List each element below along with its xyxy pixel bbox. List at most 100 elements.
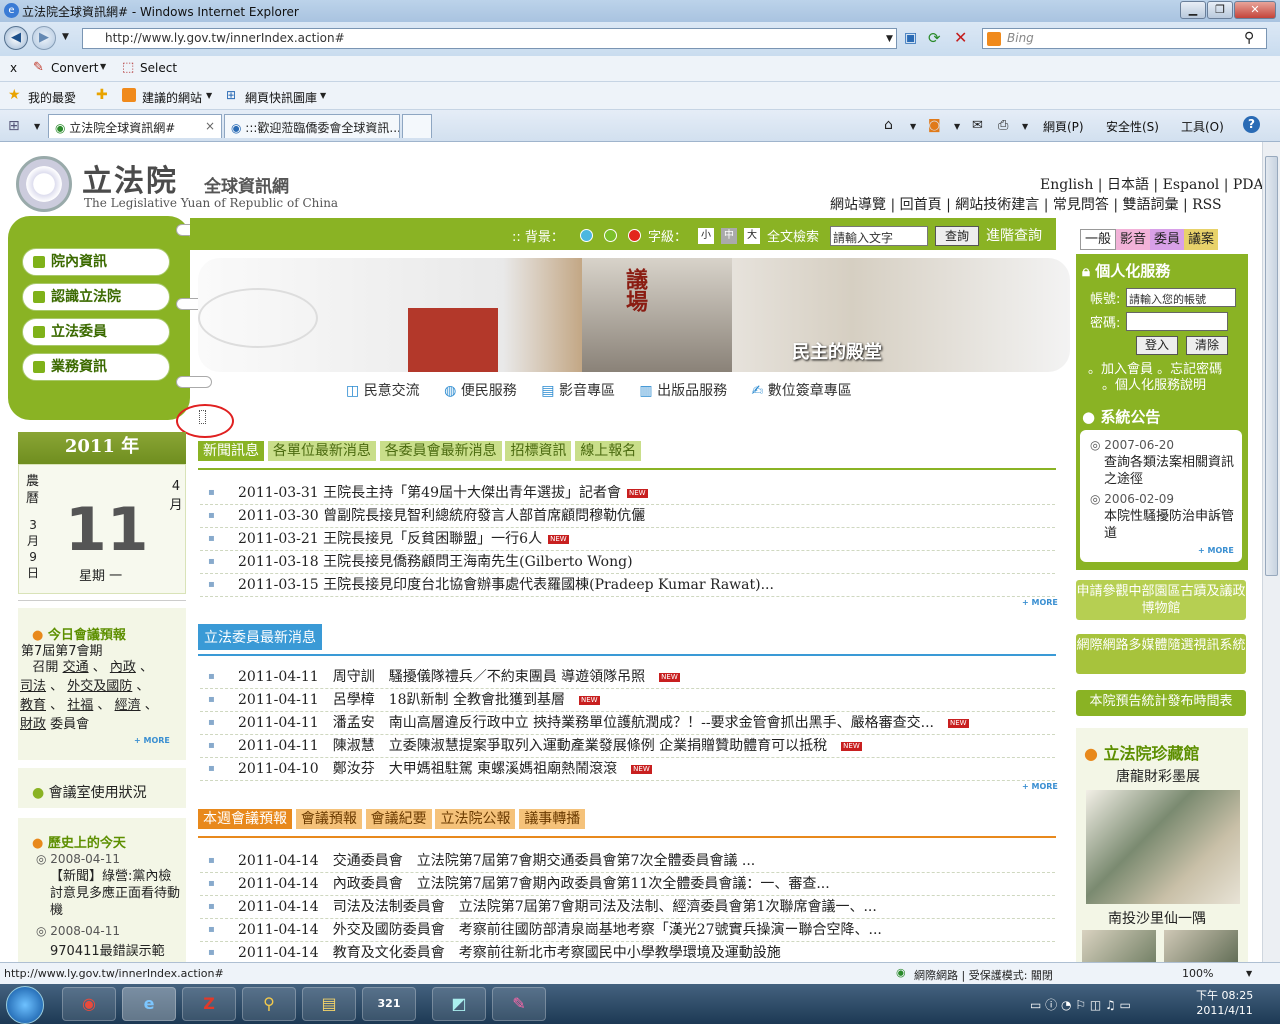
news-title[interactable]: 立委陳淑慧提案爭取列入運動產業發展條例 企業捐贈贊助體育可以抵稅 — [389, 738, 827, 754]
search-tool-taskbar-icon[interactable]: ⚲ — [242, 987, 296, 1021]
meeting-title[interactable]: 立法院第7屆第7會期交通委員會第7次全體委員會議 ... — [417, 853, 756, 869]
refresh-icon[interactable]: ⟳ — [928, 29, 941, 47]
meeting-committee[interactable]: 內政委員會 — [333, 876, 403, 892]
meeting-title[interactable]: 立法院第7屆第7會期司法及法制、經濟委員會第1次聯席會議一、... — [459, 899, 877, 915]
scrollbar-thumb[interactable] — [1265, 156, 1278, 576]
member-news-row[interactable]: 2011-04-11 呂學樟 18趴新制 全教會批獲到基層 NEW — [200, 689, 1055, 712]
quick-tabs-icon[interactable]: ⊞ — [8, 118, 20, 134]
meet-tab-broadcast[interactable]: 議事轉播 — [519, 809, 586, 829]
bg-green-button[interactable] — [604, 229, 617, 242]
lang-japanese[interactable]: 日本語 — [1107, 177, 1149, 193]
zoom-level[interactable]: 100% — [1182, 967, 1213, 980]
suggested-dropdown-icon[interactable]: ▼ — [206, 91, 212, 100]
filezilla-taskbar-icon[interactable]: Z — [182, 987, 236, 1021]
quick-media[interactable]: 影音專區 — [559, 383, 615, 399]
meeting-row[interactable]: 2011-04-14 外交及國防委員會考察前往國防部清泉崗基地考察「漢光27號實兵… — [200, 919, 1055, 942]
chrome-taskbar-icon[interactable]: ◉ — [62, 987, 116, 1021]
font-mid-button[interactable]: 中 — [721, 228, 737, 244]
convert-button[interactable]: Convert — [51, 61, 98, 75]
mode-general[interactable]: 一般 — [1080, 229, 1117, 250]
search-input[interactable]: Bing — [982, 28, 1267, 49]
meet-tab-week[interactable]: 本週會議預報 — [198, 809, 292, 829]
news-tab-tender[interactable]: 招標資訊 — [505, 441, 572, 461]
treasure-title[interactable]: ● 立法院珍藏館 — [1084, 740, 1200, 764]
member-name[interactable]: 周守訓 — [333, 669, 375, 685]
member-name[interactable]: 潘孟安 — [333, 715, 375, 731]
new-tab-button[interactable] — [402, 114, 432, 138]
feeds-icon[interactable]: ◙ — [928, 118, 941, 133]
tools-menu[interactable]: 工具(O) — [1181, 118, 1224, 135]
mail-icon[interactable]: ✉ — [972, 118, 983, 133]
paint-taskbar-icon[interactable]: ✎ — [492, 987, 546, 1021]
notice-more-link[interactable]: + MORE — [1198, 546, 1234, 555]
web-slice-gallery-link[interactable]: 網頁快訊圖庫 — [245, 89, 317, 106]
ie-taskbar-icon[interactable]: e — [122, 987, 176, 1021]
print-dropdown-icon[interactable]: ▼ — [1022, 122, 1028, 131]
mode-media[interactable]: 影音 — [1116, 229, 1151, 250]
ly-emblem-icon[interactable] — [16, 156, 72, 212]
personal-explain-link[interactable]: 。個人化服務說明 — [1102, 374, 1206, 393]
meeting-title[interactable]: 立法院第7屆第7會期內政委員會第11次全體委員會議：一、審查... — [417, 876, 830, 892]
help-icon[interactable]: ? — [1243, 116, 1260, 133]
meeting-row[interactable]: 2011-04-14 交通委員會立法院第7屆第7會期交通委員會第7次全體委員會議 … — [200, 850, 1055, 873]
treasure-thumb-image[interactable] — [1082, 930, 1156, 962]
committee-link[interactable]: 社福 — [67, 698, 93, 713]
committee-link[interactable]: 司法 — [20, 679, 46, 694]
news-title[interactable]: 王院長接見「反貧困聯盟」一行6人 — [323, 531, 542, 547]
news-title[interactable]: 南山高層違反行政中立 挾持業務單位護航潤成？！--要求金管會抓出黑手、嚴格審查交… — [389, 715, 934, 731]
back-button[interactable]: ◀ — [4, 26, 28, 50]
member-news-row[interactable]: 2011-04-11 潘孟安南山高層違反行政中立 挾持業務單位護航潤成？！--要求… — [200, 712, 1055, 735]
meeting-committee[interactable]: 教育及文化委員會 — [333, 945, 445, 961]
room-status-link[interactable]: ● 會議室使用狀況 — [32, 782, 147, 802]
news-title[interactable]: 王院長接見僑務顧問王海南先生(Gilberto Wong) — [323, 554, 632, 570]
account-input[interactable]: 請輸入您的帳號 — [1126, 288, 1236, 307]
side-menu-business[interactable]: 業務資訊 — [22, 353, 170, 381]
member-name[interactable]: 呂學樟 — [333, 692, 375, 708]
quick-opinion[interactable]: 民意交流 — [364, 383, 420, 399]
news-title[interactable]: 王院長接見印度台北協會辦事處代表羅國棟(Pradeep Kumar Rawat)… — [323, 577, 774, 593]
link-tech[interactable]: 網站技術建言 — [955, 197, 1039, 213]
link-sitemap[interactable]: 網站導覽 — [830, 197, 886, 213]
site-search-input[interactable]: 請輸入文字 — [830, 226, 928, 246]
quick-signature[interactable]: 數位簽章專區 — [768, 383, 852, 399]
meeting-title[interactable]: 考察前往國防部清泉崗基地考察「漢光27號實兵操演ー聯合空降、... — [459, 922, 882, 938]
treasure-painting-image[interactable] — [1086, 790, 1240, 904]
site-search-button[interactable]: 查詢 — [935, 226, 979, 246]
minimize-button[interactable]: ▁ — [1180, 1, 1206, 19]
news-row[interactable]: 2011-03-31 王院長主持「第49屆十大傑出青年選拔」記者會 NEW — [200, 482, 1055, 505]
treasure-thumb-image[interactable] — [1164, 930, 1238, 962]
notice-item[interactable]: 查詢各類法案相關資訊之途徑 — [1104, 454, 1242, 488]
page-scrollbar[interactable] — [1262, 142, 1280, 962]
news-row[interactable]: 2011-03-21 王院長接見「反貧困聯盟」一行6人 NEW — [200, 528, 1055, 551]
history-item-text[interactable]: 970411最錯誤示範 — [50, 940, 180, 959]
notice-item[interactable]: 本院性騷擾防治申訴管道 — [1104, 508, 1242, 542]
gallery-dropdown-icon[interactable]: ▼ — [320, 91, 326, 100]
news-tab-news[interactable]: 新聞訊息 — [198, 441, 264, 461]
news-title[interactable]: 曾副院長接見智利總統府發言人部首席顧問穆勒伉儷 — [323, 508, 645, 524]
feeds-dropdown-icon[interactable]: ▼ — [954, 122, 960, 131]
member-name[interactable]: 陳淑慧 — [333, 738, 375, 754]
history-dropdown-icon[interactable]: ▼ — [62, 32, 69, 42]
committee-link[interactable]: 教育 — [20, 698, 46, 713]
committee-link[interactable]: 經濟 — [115, 698, 141, 713]
meeting-committee[interactable]: 司法及法制委員會 — [333, 899, 445, 915]
compat-view-icon[interactable]: ▣ — [904, 30, 917, 46]
add-favorite-icon[interactable]: ✚ — [96, 87, 108, 103]
meet-tab-gazette[interactable]: 立法院公報 — [435, 809, 516, 829]
lang-pda[interactable]: PDA — [1233, 177, 1262, 193]
link-home[interactable]: 回首頁 — [900, 197, 942, 213]
maximize-button[interactable]: ❐ — [1207, 1, 1233, 19]
suggested-sites-link[interactable]: 建議的網站 — [142, 89, 202, 106]
window-taskbar-icon[interactable]: ◩ — [432, 987, 486, 1021]
member-news-row[interactable]: 2011-04-11 周守訓騷擾儀隊禮兵／不約束團員 導遊領隊吊照 NEW — [200, 666, 1055, 689]
stop-icon[interactable]: ✕ — [954, 28, 967, 47]
select-button[interactable]: Select — [140, 61, 177, 75]
member-news-title[interactable]: 立法委員最新消息 — [198, 624, 322, 650]
tab-ocac[interactable]: ◉ :::歡迎蒞臨僑委會全球資訊... — [224, 114, 400, 138]
favorites-button[interactable]: 我的最愛 — [28, 89, 76, 106]
link-rss[interactable]: RSS — [1192, 197, 1221, 213]
apply-visit-button[interactable]: 申請參觀中部園區古蹟及議政博物館 — [1076, 580, 1246, 620]
committee-link[interactable]: 財政 — [20, 717, 46, 732]
news-title[interactable]: 王院長主持「第49屆十大傑出青年選拔」記者會 — [323, 485, 621, 501]
tray-icons[interactable]: ▭ ⓘ ◔ ⚐ ◫ ♫ ▭ — [1030, 996, 1131, 1013]
